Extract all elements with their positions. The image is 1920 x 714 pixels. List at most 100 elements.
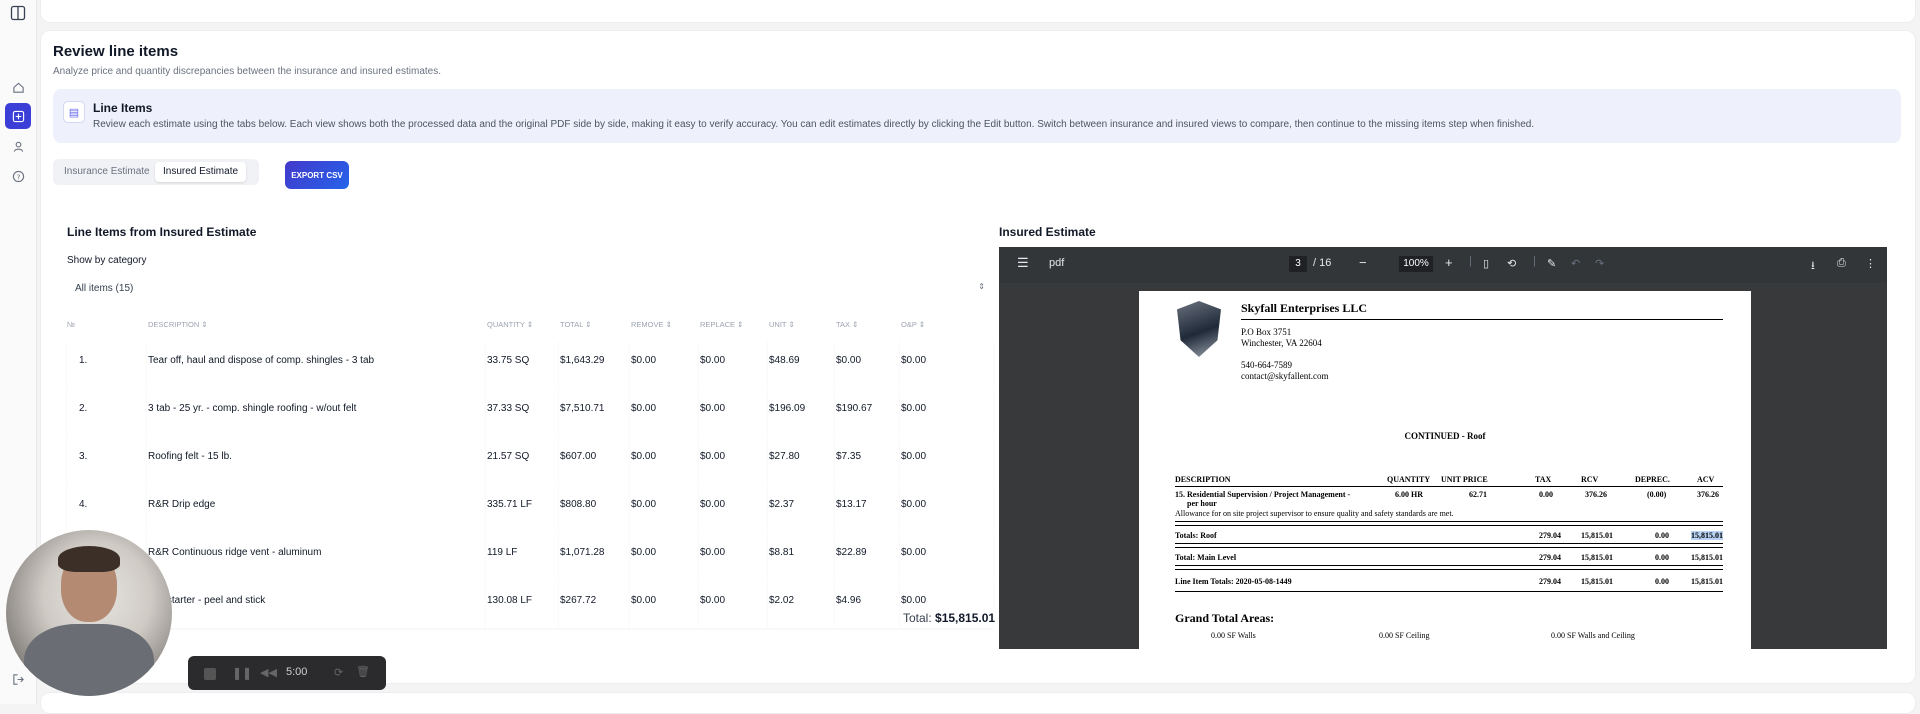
rewind-icon[interactable]: ◀◀	[260, 666, 277, 679]
tab-insurance-estimate[interactable]: Insurance Estimate	[56, 162, 158, 182]
col-header-number[interactable]: №	[67, 308, 147, 340]
pdf-filename: pdf	[1049, 257, 1065, 269]
row-op: $0.00	[900, 532, 993, 580]
row-quantity: 119 LF	[486, 532, 559, 580]
download-icon[interactable]: ⭳	[1811, 257, 1815, 276]
doc-total-label: Line Item Totals: 2020-05-08-1449	[1175, 577, 1292, 586]
document-icon: ▤	[63, 101, 85, 123]
help-icon[interactable]: ?	[9, 167, 27, 185]
doc-total-dep: 0.00	[1655, 553, 1669, 562]
menu-icon[interactable]: ☰	[1017, 255, 1029, 271]
row-total: $7,510.71	[559, 388, 630, 436]
doc-total-acv-highlighted: 15,815.01	[1691, 531, 1723, 540]
print-icon[interactable]: ⎙	[1837, 257, 1846, 270]
doc-col-quantity: QUANTITY	[1387, 475, 1431, 484]
category-label: Show by category	[67, 255, 147, 266]
pause-icon[interactable]: ❚❚	[232, 666, 252, 680]
page-subtitle: Analyze price and quantity discrepancies…	[53, 66, 442, 77]
row-op: $0.00	[900, 484, 993, 532]
row-description: Tear off, haul and dispose of comp. shin…	[147, 340, 486, 388]
row-unit: $196.09	[768, 388, 835, 436]
company-logo	[1177, 301, 1221, 357]
row-description: R&R Continuous ridge vent - aluminum	[147, 532, 486, 580]
row-tax: $22.89	[835, 532, 900, 580]
chevron-down-icon: ⇕	[978, 282, 985, 291]
row-total: $267.72	[559, 580, 630, 628]
sidebar-toggle-icon[interactable]	[9, 4, 27, 22]
doc-item-dep: (0.00)	[1647, 490, 1667, 499]
doc-total-tax: 279.04	[1539, 531, 1561, 540]
row-total: $1,071.28	[559, 532, 630, 580]
review-line-items-card: Review line items Analyze price and quan…	[40, 30, 1916, 684]
home-icon[interactable]	[9, 78, 27, 96]
row-description: halt starter - peel and stick	[147, 580, 486, 628]
tab-insured-estimate[interactable]: Insured Estimate	[155, 162, 247, 182]
doc-col-acv: ACV	[1697, 475, 1715, 484]
webcam-bubble[interactable]	[6, 530, 172, 696]
col-header-total[interactable]: TOTAL ⇕	[559, 308, 630, 340]
area-walls-ceiling: 0.00 SF Walls and Ceiling	[1551, 631, 1635, 640]
company-name: Skyfall Enterprises LLC	[1241, 301, 1368, 315]
annotate-icon[interactable]: ✎	[1547, 257, 1556, 270]
col-header-remove[interactable]: REMOVE ⇕	[630, 308, 699, 340]
doc-total-acv: 15,815.01	[1691, 577, 1723, 586]
col-header-op[interactable]: O&P ⇕	[900, 308, 993, 340]
col-header-unit[interactable]: UNIT ⇕	[768, 308, 835, 340]
stop-recording-icon[interactable]	[204, 668, 216, 680]
recording-toolbar: ❚❚ ◀◀ 5:00 ⟳ 🗑	[188, 656, 386, 690]
banner-description: Review each estimate using the tabs belo…	[93, 119, 1535, 130]
row-replace: $0.00	[699, 484, 768, 532]
category-select[interactable]: All items (15) ⇕	[67, 278, 991, 300]
doc-rule	[1175, 543, 1723, 548]
right-panel-title: Insured Estimate	[999, 225, 1096, 239]
email: contact@skyfallent.com	[1241, 371, 1329, 381]
doc-item-description-cont: per hour	[1187, 499, 1217, 508]
line-items-table: № DESCRIPTION ⇕ QUANTITY ⇕ TOTAL ⇕ REMOV…	[67, 308, 993, 628]
undo-icon[interactable]: ↶	[1571, 257, 1580, 270]
grand-total: Total: $15,815.01	[903, 611, 995, 625]
doc-total-label: Total: Main Level	[1175, 553, 1237, 562]
col-header-description[interactable]: DESCRIPTION ⇕	[147, 308, 486, 340]
table-row[interactable]: 3. Roofing felt - 15 lb. 21.57 SQ $607.0…	[67, 436, 993, 484]
col-header-tax[interactable]: TAX ⇕	[835, 308, 900, 340]
row-unit: $2.37	[768, 484, 835, 532]
redo-icon[interactable]: ↷	[1595, 257, 1604, 270]
rotate-icon[interactable]: ⟲	[1507, 257, 1516, 270]
table-row[interactable]: 2. 3 tab - 25 yr. - comp. shingle roofin…	[67, 388, 993, 436]
table-row[interactable]: 6. halt starter - peel and stick 130.08 …	[67, 580, 993, 628]
doc-item-unit: 62.71	[1469, 490, 1487, 499]
row-unit: $2.02	[768, 580, 835, 628]
user-icon[interactable]	[9, 137, 27, 155]
export-csv-button[interactable]: EXPORT CSV	[285, 161, 349, 189]
doc-total-acv: 15,815.01	[1691, 553, 1723, 562]
row-quantity: 335.71 LF	[486, 484, 559, 532]
pdf-page: Skyfall Enterprises LLC P.O Box 3751 Win…	[1139, 291, 1751, 649]
doc-rule	[1175, 521, 1723, 526]
row-number: 1.	[67, 340, 147, 388]
page-number-input[interactable]: 3	[1289, 256, 1307, 272]
trash-icon[interactable]: 🗑	[356, 665, 370, 678]
area-walls: 0.00 SF Walls	[1211, 631, 1256, 640]
pdf-viewer[interactable]: ☰ pdf 3 / 16 − 100% + | ▯ ⟲ | ✎ ↶ ↷ ⭳ ⎙ …	[999, 247, 1887, 649]
col-header-replace[interactable]: REPLACE ⇕	[699, 308, 768, 340]
row-quantity: 37.33 SQ	[486, 388, 559, 436]
zoom-in-icon[interactable]: +	[1445, 255, 1453, 270]
row-remove: $0.00	[630, 388, 699, 436]
add-item-icon[interactable]	[5, 103, 31, 129]
table-header-row: № DESCRIPTION ⇕ QUANTITY ⇕ TOTAL ⇕ REMOV…	[67, 308, 993, 340]
fit-page-icon[interactable]: ▯	[1483, 257, 1489, 270]
address-line-1: P.O Box 3751	[1241, 327, 1292, 337]
table-row[interactable]: 5. R&R Continuous ridge vent - aluminum …	[67, 532, 993, 580]
zoom-out-icon[interactable]: −	[1359, 255, 1367, 270]
more-options-icon[interactable]: ⋮	[1865, 257, 1876, 270]
col-header-quantity[interactable]: QUANTITY ⇕	[486, 308, 559, 340]
doc-rule	[1175, 591, 1723, 592]
row-op: $0.00	[900, 388, 993, 436]
row-remove: $0.00	[630, 340, 699, 388]
area-ceiling: 0.00 SF Ceiling	[1379, 631, 1430, 640]
doc-item-qty: 6.00 HR	[1395, 490, 1423, 499]
table-row[interactable]: 4. R&R Drip edge 335.71 LF $808.80 $0.00…	[67, 484, 993, 532]
restart-icon[interactable]: ⟳	[334, 666, 343, 679]
table-row[interactable]: 1. Tear off, haul and dispose of comp. s…	[67, 340, 993, 388]
zoom-level[interactable]: 100%	[1399, 256, 1433, 272]
